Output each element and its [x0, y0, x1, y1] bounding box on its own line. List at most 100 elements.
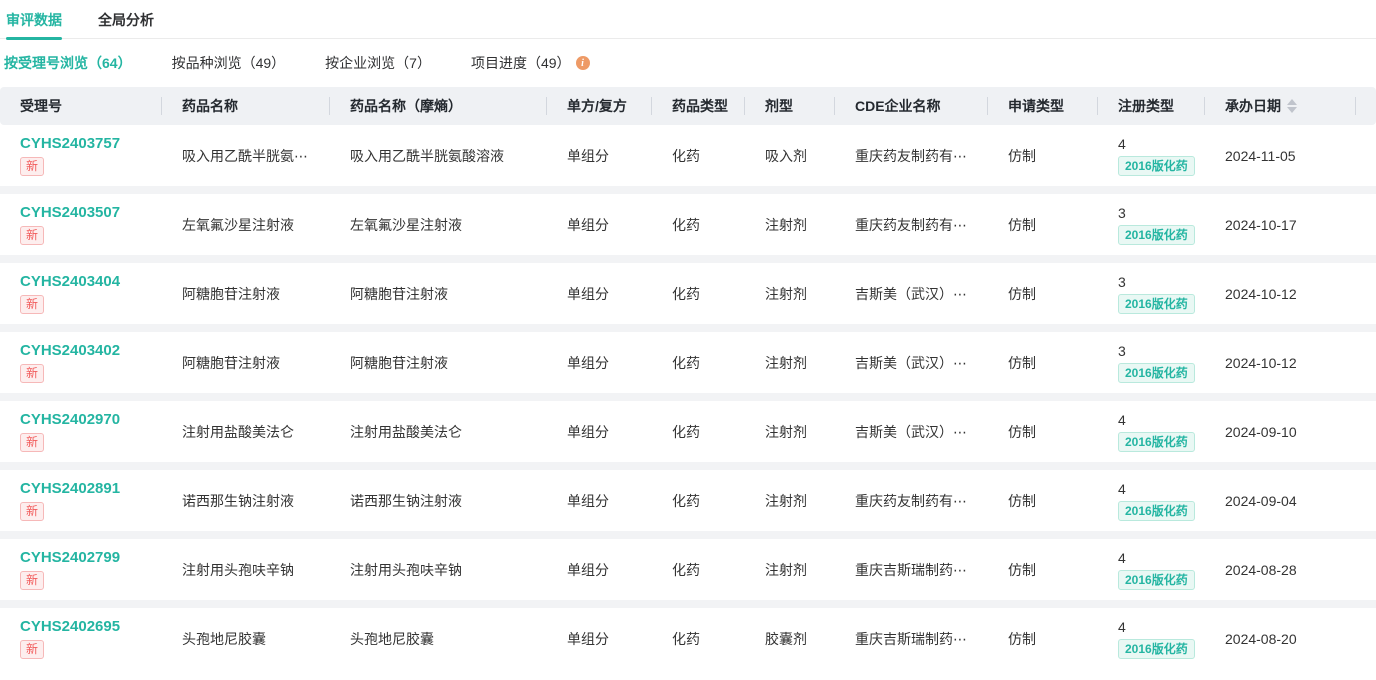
cell-date: 2024-08-28 — [1225, 561, 1297, 578]
table-row: CYHS2402695 新 头孢地尼胶囊 头孢地尼胶囊 单组分 化药 胶囊剂 重… — [0, 608, 1376, 669]
acceptance-no-link[interactable]: CYHS2403404 — [20, 273, 162, 292]
acceptance-no-link[interactable]: CYHS2403402 — [20, 342, 162, 361]
table-header-row: 受理号 药品名称 药品名称（摩熵） 单方/复方 药品类型 剂型 CDE企业名称 … — [0, 87, 1376, 125]
cell-drug-name: 诺西那生钠注射液 — [182, 492, 294, 509]
table-row: CYHS2403757 新 吸入用乙酰半胱氨⋯ 吸入用乙酰半胱氨酸溶液 单组分 … — [0, 125, 1376, 186]
cell-application-type: 仿制 — [1008, 492, 1036, 509]
reg-class: 4 — [1118, 549, 1126, 566]
cell-drug-name: 头孢地尼胶囊 — [182, 630, 266, 647]
cell-formula: 单组分 — [567, 285, 609, 302]
reg-tag-badge: 2016版化药 — [1118, 363, 1195, 384]
cell-drug-type: 化药 — [672, 492, 700, 509]
acceptance-no-link[interactable]: CYHS2402695 — [20, 618, 162, 637]
cell-cde-company: 吉斯美（武汉）⋯ — [855, 354, 967, 371]
reg-class: 4 — [1118, 411, 1126, 428]
acceptance-no-link[interactable]: CYHS2402970 — [20, 411, 162, 430]
cell-drug-type: 化药 — [672, 216, 700, 233]
subtab-project-progress[interactable]: 项目进度（49） — [471, 53, 571, 73]
subtab-by-variety[interactable]: 按品种浏览（49） — [172, 53, 286, 73]
cell-application-type: 仿制 — [1008, 561, 1036, 578]
cell-formula: 单组分 — [567, 354, 609, 371]
info-circle-icon[interactable]: i — [575, 56, 590, 70]
acceptance-no-link[interactable]: CYHS2403507 — [20, 204, 162, 223]
tab-review-data[interactable]: 审评数据 — [6, 10, 62, 40]
cell-dosage-form: 胶囊剂 — [765, 630, 807, 647]
col-header-acceptance-no: 受理号 — [20, 98, 62, 114]
col-header-registration-type: 注册类型 — [1118, 98, 1174, 114]
cell-drug-type: 化药 — [672, 285, 700, 302]
cell-formula: 单组分 — [567, 630, 609, 647]
cell-formula: 单组分 — [567, 216, 609, 233]
row-divider — [0, 531, 1376, 539]
cell-cde-company: 重庆药友制药有⋯ — [855, 492, 967, 509]
row-divider — [0, 600, 1376, 608]
cell-drug-type: 化药 — [672, 354, 700, 371]
cell-drug-name-mh: 注射用头孢呋辛钠 — [350, 561, 462, 578]
cell-date: 2024-10-12 — [1225, 285, 1297, 302]
sort-carets-icon[interactable] — [1287, 99, 1297, 113]
top-tab-bar: 审评数据 全局分析 — [0, 0, 1376, 40]
cell-application-type: 仿制 — [1008, 216, 1036, 233]
row-divider — [0, 255, 1376, 263]
reg-tag-badge: 2016版化药 — [1118, 294, 1195, 315]
new-badge: 新 — [20, 639, 45, 659]
cell-cde-company: 重庆药友制药有⋯ — [855, 216, 967, 233]
cell-cde-company: 吉斯美（武汉）⋯ — [855, 285, 967, 302]
new-badge: 新 — [20, 294, 45, 314]
acceptance-no-link[interactable]: CYHS2403757 — [20, 135, 162, 154]
reg-tag-badge: 2016版化药 — [1118, 570, 1195, 591]
table-row: CYHS2403507 新 左氧氟沙星注射液 左氧氟沙星注射液 单组分 化药 注… — [0, 194, 1376, 255]
col-header-empty — [1356, 87, 1376, 125]
reg-class: 3 — [1118, 273, 1126, 290]
cell-dosage-form: 注射剂 — [765, 354, 807, 371]
cell-dosage-form: 注射剂 — [765, 285, 807, 302]
cell-dosage-form: 注射剂 — [765, 423, 807, 440]
cell-drug-name: 阿糖胞苷注射液 — [182, 354, 280, 371]
cell-cde-company: 重庆药友制药有⋯ — [855, 147, 967, 164]
subtab-by-acceptance-no[interactable]: 按受理号浏览（64） — [4, 53, 132, 73]
tab-global-analysis[interactable]: 全局分析 — [98, 10, 154, 40]
row-divider — [0, 393, 1376, 401]
reg-tag-badge: 2016版化药 — [1118, 432, 1195, 453]
col-header-cde-company: CDE企业名称 — [855, 98, 941, 114]
reg-class: 4 — [1118, 135, 1126, 152]
cell-drug-name-mh: 阿糖胞苷注射液 — [350, 285, 448, 302]
cell-drug-name: 左氧氟沙星注射液 — [182, 216, 294, 233]
col-header-drug-name-mh: 药品名称（摩熵） — [350, 98, 462, 114]
cell-date: 2024-08-20 — [1225, 630, 1297, 647]
cell-dosage-form: 吸入剂 — [765, 147, 807, 164]
cell-cde-company: 吉斯美（武汉）⋯ — [855, 423, 967, 440]
cell-cde-company: 重庆吉斯瑞制药⋯ — [855, 630, 967, 647]
acceptance-no-link[interactable]: CYHS2402799 — [20, 549, 162, 568]
table-row: CYHS2402799 新 注射用头孢呋辛钠 注射用头孢呋辛钠 单组分 化药 注… — [0, 539, 1376, 600]
cell-application-type: 仿制 — [1008, 285, 1036, 302]
new-badge: 新 — [20, 363, 45, 383]
reg-tag-badge: 2016版化药 — [1118, 156, 1195, 177]
cell-drug-type: 化药 — [672, 147, 700, 164]
cell-drug-name: 注射用盐酸美法仑 — [182, 423, 294, 440]
cell-application-type: 仿制 — [1008, 354, 1036, 371]
cell-drug-name: 阿糖胞苷注射液 — [182, 285, 280, 302]
cell-drug-type: 化药 — [672, 561, 700, 578]
cell-drug-name-mh: 左氧氟沙星注射液 — [350, 216, 462, 233]
cell-drug-type: 化药 — [672, 423, 700, 440]
col-header-drug-type: 药品类型 — [672, 98, 728, 114]
subtab-by-company[interactable]: 按企业浏览（7） — [325, 53, 431, 73]
new-badge: 新 — [20, 501, 45, 521]
reg-class: 3 — [1118, 204, 1126, 221]
cell-formula: 单组分 — [567, 561, 609, 578]
new-badge: 新 — [20, 570, 45, 590]
new-badge: 新 — [20, 156, 45, 176]
cell-drug-name: 吸入用乙酰半胱氨⋯ — [182, 147, 308, 164]
reg-tag-badge: 2016版化药 — [1118, 639, 1195, 660]
cell-formula: 单组分 — [567, 423, 609, 440]
cell-date: 2024-10-12 — [1225, 354, 1297, 371]
col-header-acceptance-date: 承办日期 — [1225, 98, 1281, 114]
col-header-formula: 单方/复方 — [567, 98, 627, 114]
reg-tag-badge: 2016版化药 — [1118, 501, 1195, 522]
reg-class: 4 — [1118, 480, 1126, 497]
acceptance-no-link[interactable]: CYHS2402891 — [20, 480, 162, 499]
cell-date: 2024-10-17 — [1225, 216, 1297, 233]
review-data-table: 受理号 药品名称 药品名称（摩熵） 单方/复方 药品类型 剂型 CDE企业名称 … — [0, 87, 1376, 669]
col-header-drug-name: 药品名称 — [182, 98, 238, 114]
